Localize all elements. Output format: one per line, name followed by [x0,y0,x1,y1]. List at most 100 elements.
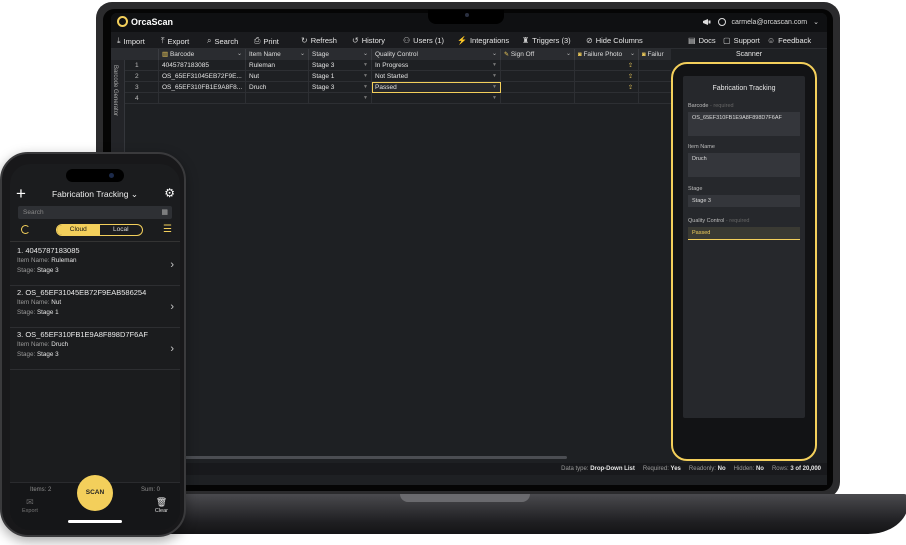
cell-failure-photo[interactable]: ⇪ [575,82,639,93]
stage-label: Stage: [17,309,36,316]
barcode-field[interactable]: OS_65EF310FB1E9A8F898D7F6AF [688,112,800,136]
note-icon: ◙ [642,52,646,58]
column-header-sign-off[interactable]: ✎ Sign Off ⌄ [501,49,575,60]
upload-icon[interactable]: ⇪ [628,63,633,69]
integrations-button[interactable]: ⚡ Integrations [457,36,509,45]
upload-icon[interactable]: ⇪ [628,74,633,80]
history-icon: ↺ [352,36,359,45]
quality-control-field[interactable]: Passed [688,227,800,240]
cell-quality-control[interactable]: Not Started ▼ [372,71,501,82]
cell-barcode[interactable] [159,93,246,104]
cell-sign-off[interactable] [501,93,575,104]
history-button[interactable]: ↺ History [352,36,385,45]
triggers-button[interactable]: ♜ Triggers (3) [522,36,571,45]
scan-button[interactable]: SCAN [77,475,113,511]
sum-count: Sum: 0 [140,487,160,493]
table-row[interactable]: 2 OS_65EF31045EB72F9E... Nut Stage 1 ▼ No… [125,71,671,82]
cell-item-name[interactable] [246,93,309,104]
cell-barcode[interactable]: 4045787183085 [159,60,246,71]
refresh-button[interactable]: ↻ Refresh [301,36,337,45]
cell-item-name[interactable]: Nut [246,71,309,82]
export-button[interactable]: ✉ Export [22,497,38,514]
status-value: No [755,466,764,472]
table-row[interactable]: 4 ▼ ▼ [125,93,671,104]
row-number: 1 [125,60,159,71]
barcode-generator-tab[interactable]: Barcode Generator [112,65,118,116]
cell-failure-photo[interactable]: ⇪ [575,60,639,71]
import-button[interactable]: ⤓ Import [117,36,145,46]
cell-stage[interactable]: ▼ [309,93,372,104]
cell-item-name[interactable]: Ruleman [246,60,309,71]
upload-icon[interactable]: ⇪ [628,85,633,91]
app-logo[interactable]: OrcaScan [117,16,173,27]
dropdown-arrow-icon: ▼ [492,73,497,79]
cell-stage[interactable]: Stage 1 ▼ [309,71,372,82]
cell-quality-control-selected[interactable]: Passed ▼ [372,82,501,93]
triggers-icon: ♜ [522,36,530,45]
column-header-failure-photo[interactable]: ◙ Failure Photo ⌄ [575,49,639,60]
chevron-down-icon[interactable]: ⌄ [566,49,571,60]
item-name-field[interactable]: Druch [688,153,800,177]
chevron-down-icon[interactable]: ⌄ [300,49,305,60]
user-email[interactable]: carmela@orcascan.com [732,19,808,26]
horizontal-scrollbar[interactable] [127,456,567,459]
cell-quality-control[interactable]: ▼ [372,93,501,104]
stage: OrcaScan carmela@orcascan.com ⌄ ⤓ Import … [0,0,906,545]
print-button[interactable]: ⎙ Print [254,36,279,46]
column-label: Barcode [169,51,195,58]
cell-failure-photo[interactable]: ⇪ [575,71,639,82]
table-row[interactable]: 1 4045787183085 Ruleman Stage 3 ▼ In Prog… [125,60,671,71]
chevron-down-icon[interactable]: ⌄ [363,49,368,60]
table-row[interactable]: 3 OS_65EF310FB1E9A8F8... Druch Stage 3 ▼ … [125,82,671,93]
sync-icon[interactable] [21,225,30,234]
cloud-tab[interactable]: Cloud [57,225,100,235]
cell-barcode[interactable]: OS_65EF310FB1E9A8F8... [159,82,246,93]
cell-failure[interactable] [639,93,671,104]
feedback-button[interactable]: ☺ Feedback [767,36,811,45]
chevron-down-icon[interactable]: ⌄ [813,18,819,26]
column-header-barcode[interactable]: ▥ Barcode ⌄ [159,49,246,60]
gear-icon[interactable]: ⚙ [164,186,175,200]
cell-failure[interactable] [639,60,671,71]
local-tab[interactable]: Local [100,225,143,235]
cell-failure[interactable] [639,71,671,82]
list-item[interactable]: 3. OS_65EF310FB1E9A8F898D7F6AF Item Name… [10,330,180,370]
megaphone-icon[interactable] [702,17,712,27]
barcode-scan-icon[interactable]: ▦ [161,206,168,219]
support-button[interactable]: ▢ Support [723,36,760,45]
cell-failure-photo[interactable] [575,93,639,104]
cloud-local-toggle[interactable]: Cloud Local [56,224,143,236]
phone-header: + Fabrication Tracking ⌄ ⚙ [10,184,180,206]
cell-stage[interactable]: Stage 3 ▼ [309,60,372,71]
cell-sign-off[interactable] [501,60,575,71]
cell-sign-off[interactable] [501,82,575,93]
users-button[interactable]: ⚇ Users (1) [403,36,444,45]
column-header-stage[interactable]: Stage ⌄ [309,49,372,60]
add-sheet-icon[interactable]: + [16,184,26,204]
cell-barcode[interactable]: OS_65EF31045EB72F9E... [159,71,246,82]
cell-quality-control[interactable]: In Progress ▼ [372,60,501,71]
chevron-down-icon[interactable]: ⌄ [492,49,497,60]
cell-sign-off[interactable] [501,71,575,82]
stage-field[interactable]: Stage 3 [688,195,800,207]
list-item[interactable]: 1. 4045787183085 Item Name: Ruleman Stag… [10,246,180,286]
column-header-failure[interactable]: ◙ Failur [639,49,671,60]
chevron-down-icon[interactable]: ⌄ [237,49,242,60]
cell-stage[interactable]: Stage 3 ▼ [309,82,372,93]
phone-sheet-title[interactable]: Fabrication Tracking ⌄ [40,189,150,200]
hide-columns-button[interactable]: ⊘ Hide Columns [586,36,643,45]
list-view-icon[interactable]: ☰ [163,224,172,235]
docs-button[interactable]: ▤ Docs [688,36,716,45]
phone-search-input[interactable]: Search ▦ [18,206,172,219]
search-button[interactable]: ⌕ Search [207,36,238,46]
list-item[interactable]: 2. OS_65EF31045EB72F9EAB586254 Item Name… [10,288,180,328]
column-header-item-name[interactable]: Item Name ⌄ [246,49,309,60]
cell-item-name[interactable]: Druch [246,82,309,93]
clear-button[interactable]: 🗑 Clear [155,497,168,514]
column-header-quality-control[interactable]: Quality Control ⌄ [372,49,501,60]
stage-value: Stage 3 [36,267,59,274]
user-area: carmela@orcascan.com ⌄ [702,17,819,27]
export-button[interactable]: ⤒ Export [161,36,189,46]
cell-failure[interactable] [639,82,671,93]
chevron-down-icon[interactable]: ⌄ [630,49,635,60]
